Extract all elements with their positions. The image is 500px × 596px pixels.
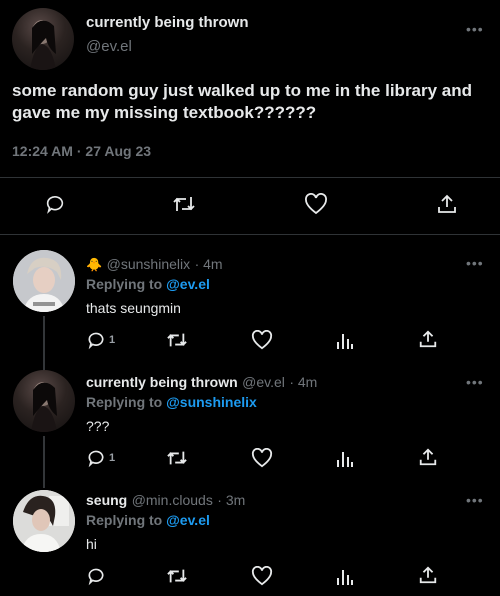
divider: [0, 177, 500, 178]
replying-handle[interactable]: @sunshinelix: [166, 394, 257, 410]
replying-handle[interactable]: @ev.el: [166, 276, 210, 292]
handle[interactable]: @min.clouds: [132, 492, 213, 508]
reply-text: hi: [86, 536, 97, 552]
more-icon[interactable]: •••: [466, 493, 484, 507]
views-icon[interactable]: [336, 448, 354, 468]
like-icon[interactable]: [304, 193, 328, 215]
display-name[interactable]: currently being thrown: [86, 14, 249, 31]
tweet-time: 12:24 AM: [12, 143, 73, 159]
emoji-badge: 🐥: [86, 257, 103, 272]
handle[interactable]: @sunshinelix: [107, 256, 190, 272]
avatar[interactable]: [13, 250, 75, 312]
retweet-icon[interactable]: [172, 193, 196, 215]
handle[interactable]: @ev.el: [242, 374, 285, 390]
replying-label: Replying to: [86, 394, 163, 410]
avatar[interactable]: [13, 490, 75, 552]
tweet-text: some random guy just walked up to me in …: [12, 81, 473, 122]
share-icon[interactable]: [418, 447, 438, 467]
views-icon[interactable]: [336, 566, 354, 586]
more-icon[interactable]: •••: [466, 375, 484, 389]
replying-to: Replying to @ev.el: [86, 512, 210, 528]
avatar-photo: [30, 20, 56, 70]
timestamp[interactable]: · 4m: [195, 256, 223, 272]
reply-icon[interactable]: [86, 448, 106, 468]
display-name[interactable]: seung: [86, 492, 127, 508]
reply-header: currently being thrown @ev.el · 4m: [86, 374, 317, 392]
reply-count: 1: [109, 334, 116, 346]
tweet-timestamp[interactable]: 12:24 AM · 27 Aug 23: [12, 143, 151, 159]
timestamp[interactable]: · 4m: [289, 374, 317, 390]
reply-header: seung @min.clouds · 3m: [86, 492, 245, 510]
replying-to: Replying to @ev.el: [86, 276, 210, 292]
views-icon[interactable]: [336, 330, 354, 350]
reply-text: ???: [86, 418, 110, 434]
retweet-icon[interactable]: [166, 566, 188, 586]
avatar[interactable]: [13, 370, 75, 432]
replying-to: Replying to @sunshinelix: [86, 394, 257, 410]
share-icon[interactable]: [436, 193, 458, 215]
thread-line: [43, 436, 45, 488]
more-icon[interactable]: •••: [466, 256, 484, 270]
avatar-photo: [13, 250, 75, 312]
avatar-photo: [13, 490, 75, 552]
replying-handle[interactable]: @ev.el: [166, 512, 210, 528]
tweet-date: 27 Aug 23: [85, 143, 152, 159]
thread-line: [43, 316, 45, 370]
share-icon[interactable]: [418, 329, 438, 349]
avatar-photo: [31, 382, 57, 432]
avatar[interactable]: [12, 8, 74, 70]
separator: ·: [76, 143, 82, 159]
retweet-icon[interactable]: [166, 330, 188, 350]
reply-icon[interactable]: [44, 193, 66, 215]
replying-label: Replying to: [86, 276, 163, 292]
replying-label: Replying to: [86, 512, 163, 528]
reply-icon[interactable]: [86, 330, 106, 350]
display-name[interactable]: currently being thrown: [86, 374, 238, 390]
retweet-icon[interactable]: [166, 448, 188, 468]
reply-text: thats seungmin: [86, 300, 181, 316]
divider: [0, 234, 500, 235]
reply-header: 🐥 @sunshinelix · 4m: [86, 256, 223, 274]
more-icon[interactable]: •••: [466, 22, 484, 36]
reply-count: 1: [109, 452, 116, 464]
reply-icon[interactable]: [86, 566, 106, 586]
like-icon[interactable]: [251, 448, 273, 468]
like-icon[interactable]: [251, 566, 273, 586]
timestamp[interactable]: · 3m: [217, 492, 245, 508]
handle[interactable]: @ev.el: [86, 38, 132, 55]
like-icon[interactable]: [251, 330, 273, 350]
share-icon[interactable]: [418, 565, 438, 585]
